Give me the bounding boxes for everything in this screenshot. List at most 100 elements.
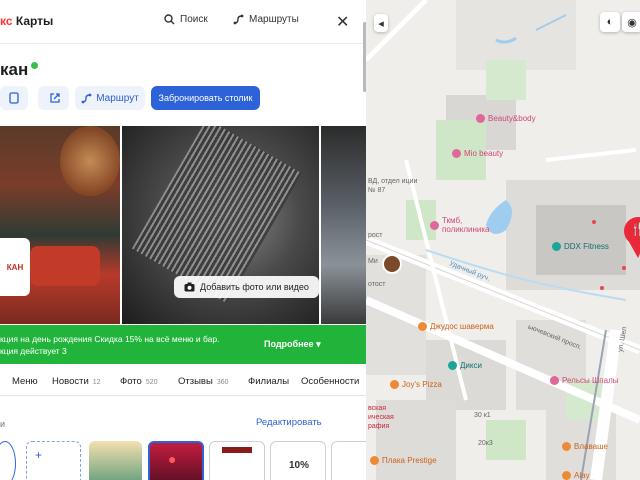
map-poi-beauty-body[interactable]: Beauty&body: [476, 114, 536, 123]
thumb-header: [222, 447, 252, 453]
map-poi-relsy-shpaly[interactable]: Рельсы Шпалы: [550, 376, 619, 385]
promo-banner[interactable]: кция на день рождения Скидка 15% на всё …: [0, 325, 366, 364]
chevron-down-icon: ▾: [316, 339, 321, 349]
logo-text: КАН: [6, 262, 24, 272]
header-bar: кс Карты Поиск Маршруты ✕: [0, 0, 366, 44]
camera-icon: [184, 282, 195, 292]
panel-scrollbar[interactable]: [363, 22, 366, 92]
chevron-left-icon: ◂: [378, 17, 384, 30]
add-story-button[interactable]: +: [26, 441, 81, 480]
map-canvas: [366, 0, 640, 480]
pizza-icon: [390, 380, 399, 389]
add-photo-button[interactable]: Добавить фото или видео: [174, 276, 319, 298]
place-panel: кс Карты Поиск Маршруты ✕ кан Маршрут За…: [0, 0, 366, 480]
search-button[interactable]: Поиск: [164, 14, 208, 25]
map-poi-joys-pizza[interactable]: Joy's Pizza: [390, 380, 442, 389]
map-label-school3: рафия: [368, 423, 390, 430]
promo-more-link[interactable]: Подробнее ▾: [264, 339, 321, 350]
tab-reviews[interactable]: Отзывы 360: [178, 376, 229, 387]
clinic-icon: [430, 220, 439, 230]
tab-photos[interactable]: Фото 520: [120, 376, 158, 387]
route-icon: [233, 14, 244, 25]
map-label-mi: Ми: [368, 258, 378, 265]
thumb-text: 10%: [289, 460, 310, 471]
profile-icon: ◉: [627, 16, 637, 29]
map-layers-button[interactable]: ◐: [600, 12, 620, 32]
story-thumb[interactable]: ●: [148, 441, 204, 480]
tab-count: 520: [145, 379, 158, 386]
verified-icon: [31, 61, 39, 69]
map-profile-button[interactable]: ◉: [622, 12, 640, 32]
app-brand[interactable]: кс Карты: [0, 14, 53, 28]
beauty-icon: [452, 149, 461, 158]
beauty-icon: [476, 114, 485, 123]
route-icon: [81, 93, 92, 103]
map-label-school: вская: [368, 405, 387, 412]
story-thumb[interactable]: [209, 441, 265, 480]
food-icon: [418, 322, 427, 331]
map-poi-diksi[interactable]: Дикси: [448, 361, 482, 370]
plus-icon: +: [35, 448, 43, 462]
food-icon: [562, 442, 571, 451]
promo-text-2: кция действует 3: [0, 346, 67, 356]
layers-icon: ◐: [606, 16, 614, 28]
map-poi-alay[interactable]: Alay: [562, 471, 590, 480]
search-label: Поиск: [180, 14, 208, 25]
map-label-house-20k3: 20к3: [478, 440, 493, 447]
place-tabs: Меню Новости 12 Фото 520 Отзывы 360 Филиалы…: [0, 368, 366, 396]
gallery-photo[interactable]: [321, 126, 366, 324]
story-thumb[interactable]: [89, 441, 142, 480]
tab-news[interactable]: Новости 12: [52, 376, 101, 387]
book-table-button[interactable]: Забронировать столик: [151, 86, 260, 110]
place-name: кан: [0, 60, 29, 79]
map-label-house-30k1: 30 к1: [474, 412, 491, 419]
edit-link[interactable]: Редактировать: [256, 417, 322, 428]
bar-icon: [550, 376, 559, 385]
close-icon[interactable]: ✕: [336, 12, 349, 32]
promo-text-1: кция на день рождения Скидка 15% на всё …: [0, 334, 220, 344]
tab-count: 360: [216, 379, 229, 386]
story-thumb-avatar[interactable]: [0, 441, 16, 480]
interior-chairs: [30, 246, 100, 286]
map-label-school2: ическая: [368, 414, 394, 421]
tab-menu[interactable]: Меню: [12, 376, 38, 387]
map-poi-mio-beauty[interactable]: Mio beauty: [452, 149, 503, 158]
map-poi-vlavashe[interactable]: Влаваше: [562, 442, 608, 451]
phone-button[interactable]: [0, 86, 28, 110]
route-label: Маршрут: [96, 92, 139, 104]
tab-count: 12: [92, 379, 101, 386]
route-button[interactable]: Маршрут: [75, 86, 145, 110]
food-icon: [370, 456, 379, 465]
add-photo-label: Добавить фото или видео: [200, 282, 309, 292]
fitness-icon: [552, 242, 561, 251]
map-pin-icon: ●: [168, 451, 177, 467]
search-icon: [164, 14, 175, 25]
restaurant-pin[interactable]: 🍴: [624, 217, 640, 245]
place-logo: КАН: [0, 238, 30, 296]
map-poi-dzhudos[interactable]: Джудос шаверма: [418, 322, 494, 331]
interior-lamp: [60, 126, 120, 196]
brand-prefix: кс: [0, 14, 16, 28]
map-avatar-marker[interactable]: [382, 254, 402, 274]
routes-label: Маршруты: [249, 14, 299, 25]
brand-name: Карты: [15, 14, 54, 28]
tab-branches[interactable]: Филиалы: [248, 376, 289, 387]
place-title: кан: [0, 60, 39, 80]
story-thumb[interactable]: [331, 441, 366, 480]
external-link-icon: [50, 93, 60, 103]
map-label-grost: рост: [368, 232, 383, 239]
fork-knife-icon: 🍴: [630, 222, 640, 236]
map-label-police: ВД, отдел иции № 87: [368, 178, 418, 194]
food-icon: [562, 471, 571, 480]
map-view[interactable]: ◂ ◐ ◉ Beauty&body Mio beauty Ткмб, полик…: [366, 0, 640, 480]
shop-icon: [448, 361, 457, 370]
story-thumb[interactable]: 10%: [270, 441, 326, 480]
map-poi-tkmb-clinic[interactable]: Ткмб, поликлиника: [430, 216, 502, 234]
tab-features[interactable]: Особенности: [301, 376, 359, 387]
collapse-panel-button[interactable]: ◂: [374, 14, 388, 32]
map-poi-plaka[interactable]: Плака Prestige: [370, 456, 437, 465]
external-link-button[interactable]: [41, 86, 69, 110]
map-poi-ddx-fitness[interactable]: DDX Fitness: [552, 242, 609, 251]
routes-button[interactable]: Маршруты: [233, 14, 299, 25]
map-label-otost: отост: [368, 281, 386, 288]
